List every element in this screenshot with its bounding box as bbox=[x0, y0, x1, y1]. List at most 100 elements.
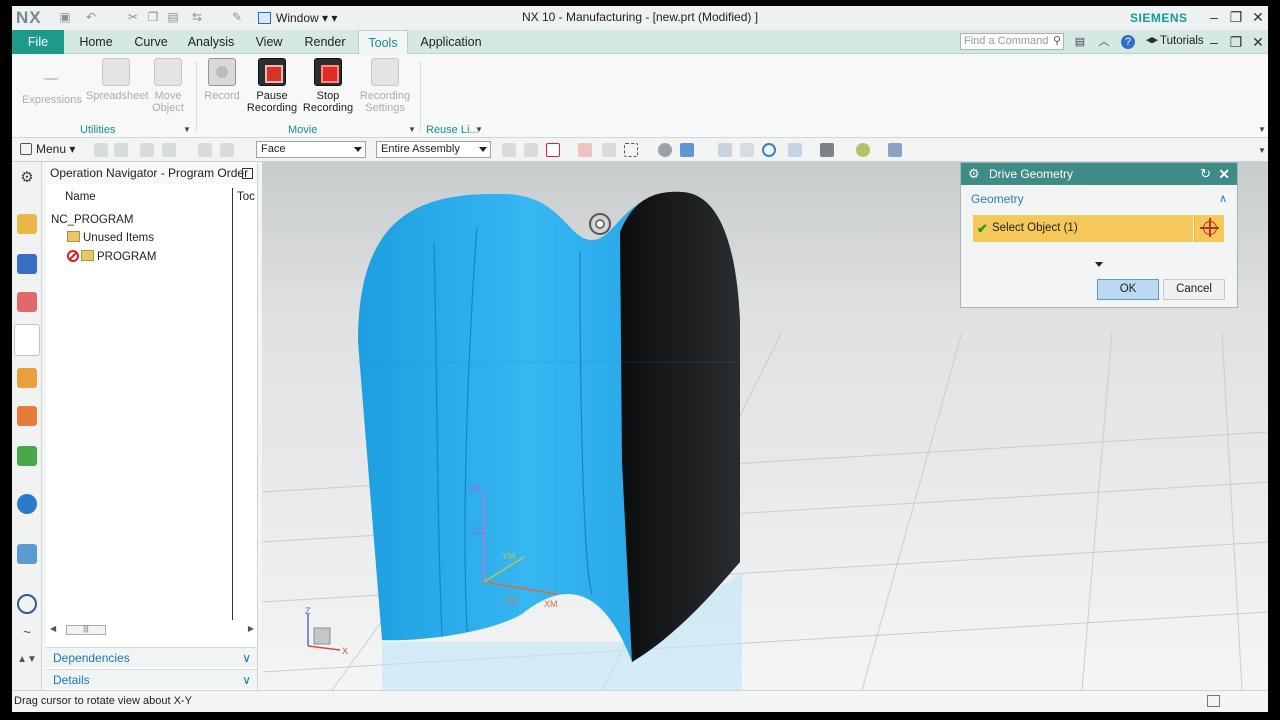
snap-point-icon[interactable] bbox=[602, 143, 616, 157]
reuse-library-group-label[interactable]: Reuse Li... bbox=[426, 124, 479, 136]
triad-z-label: Z bbox=[305, 606, 311, 616]
unused-items-label: Unused Items bbox=[83, 232, 154, 244]
history-palette-icon[interactable] bbox=[17, 446, 37, 466]
ribbon-options-icon[interactable]: ▼ bbox=[1258, 125, 1266, 134]
help-icon[interactable]: ? bbox=[1121, 35, 1135, 49]
horizontal-scrollbar[interactable]: ◀ ||| ▶ bbox=[50, 624, 254, 636]
doc-restore-button[interactable]: ❐ bbox=[1226, 33, 1246, 51]
dialog-settings-icon[interactable]: ⚙ bbox=[968, 163, 980, 185]
menu-button[interactable]: Menu ▾ bbox=[20, 142, 75, 156]
snap-icon[interactable] bbox=[114, 143, 128, 157]
full-screen-icon[interactable] bbox=[1207, 695, 1220, 707]
expressions-button[interactable]: Expressions bbox=[22, 58, 82, 106]
snap-point-icon[interactable] bbox=[546, 143, 560, 157]
tab-curve[interactable]: Curve bbox=[130, 30, 172, 54]
restore-button[interactable]: ❐ bbox=[1226, 8, 1246, 26]
undock-icon[interactable] bbox=[242, 168, 253, 179]
snap-icon[interactable] bbox=[220, 143, 234, 157]
dependencies-panel[interactable]: Dependencies ∨ bbox=[46, 647, 257, 667]
settings-gear-icon[interactable]: ⚙ bbox=[17, 168, 37, 188]
drive-geometry-dialog: ⚙ Drive Geometry ↻ ✕ Geometry ∧ ✔ Select… bbox=[960, 162, 1238, 308]
unused-items-node[interactable]: Unused Items bbox=[67, 230, 154, 246]
material-icon[interactable] bbox=[856, 143, 870, 157]
fit-view-icon[interactable] bbox=[658, 143, 672, 157]
move-object-label: Move Object bbox=[152, 90, 184, 114]
dialog-title: Drive Geometry bbox=[989, 167, 1074, 181]
tab-view[interactable]: View bbox=[250, 30, 288, 54]
tab-tools[interactable]: Tools bbox=[358, 30, 408, 55]
reset-icon[interactable]: ↻ bbox=[1200, 163, 1211, 185]
visibility-icon[interactable] bbox=[888, 143, 902, 157]
history-icon[interactable] bbox=[17, 594, 37, 614]
zoom-icon[interactable] bbox=[718, 143, 732, 157]
geometry-section-header[interactable]: Geometry bbox=[971, 192, 1024, 206]
tab-file[interactable]: File bbox=[12, 30, 64, 54]
part-navigator-icon[interactable] bbox=[17, 292, 37, 312]
name-column-header[interactable]: Name bbox=[65, 188, 96, 206]
stop-recording-button[interactable]: Stop Recording bbox=[300, 58, 356, 114]
recording-settings-button[interactable]: Recording Settings bbox=[356, 58, 414, 114]
crosshair-icon bbox=[1200, 218, 1219, 237]
spreadsheet-button[interactable]: Spreadsheet bbox=[86, 58, 148, 102]
selection-scope-select[interactable]: Entire Assembly bbox=[376, 141, 491, 158]
select-object-field[interactable]: ✔ Select Object (1) bbox=[973, 215, 1193, 242]
details-panel[interactable]: Details ∨ bbox=[46, 669, 257, 689]
pan-icon[interactable] bbox=[740, 143, 754, 157]
more-options-icon[interactable] bbox=[1095, 262, 1103, 267]
tab-home[interactable]: Home bbox=[74, 30, 118, 54]
toolchange-column-header[interactable]: Toc bbox=[237, 188, 255, 206]
snap-point-icon[interactable] bbox=[578, 143, 592, 157]
triad-x-label: X bbox=[342, 646, 348, 656]
movie-more-icon[interactable]: ▼ bbox=[408, 125, 416, 134]
close-icon[interactable]: ✕ bbox=[1218, 163, 1230, 185]
tab-render[interactable]: Render bbox=[300, 30, 350, 54]
nc-program-node[interactable]: NC_PROGRAM bbox=[51, 212, 133, 228]
view-orient-icon[interactable] bbox=[680, 143, 694, 157]
chevron-up-icon[interactable]: ∧ bbox=[1219, 192, 1227, 205]
resource-bar-icon[interactable]: ▤ bbox=[1073, 35, 1087, 49]
snap-icon[interactable] bbox=[140, 143, 154, 157]
process-studio-icon[interactable] bbox=[17, 544, 37, 564]
pause-recording-button[interactable]: Pause Recording bbox=[244, 58, 300, 114]
scroll-right-icon[interactable]: ▶ bbox=[248, 624, 254, 633]
toolbar-options-icon[interactable]: ▼ bbox=[1258, 146, 1266, 155]
constraint-navigator-icon[interactable] bbox=[17, 254, 37, 274]
reuse-more-icon[interactable]: ▼ bbox=[475, 125, 483, 134]
command-search-input[interactable]: Find a Command ⚲ bbox=[960, 33, 1064, 50]
selection-intent-icon[interactable] bbox=[524, 143, 538, 157]
collapse-ribbon-icon[interactable]: ︿ bbox=[1097, 35, 1111, 49]
doc-minimize-button[interactable]: – bbox=[1204, 33, 1224, 51]
selection-intent-icon[interactable] bbox=[502, 143, 516, 157]
resource-bar-options-icon[interactable]: ▲▼ bbox=[17, 654, 37, 674]
assembly-navigator-icon[interactable] bbox=[17, 214, 37, 234]
move-object-button[interactable]: Move Object bbox=[146, 58, 190, 114]
tab-analysis[interactable]: Analysis bbox=[184, 30, 238, 54]
web-browser-icon[interactable] bbox=[17, 494, 37, 514]
point-dialog-button[interactable] bbox=[1194, 215, 1224, 242]
record-button[interactable]: Record bbox=[198, 58, 246, 102]
ok-button[interactable]: OK bbox=[1097, 279, 1159, 300]
cancel-button[interactable]: Cancel bbox=[1163, 279, 1225, 300]
roles-icon[interactable]: ~ bbox=[17, 624, 37, 644]
scroll-left-icon[interactable]: ◀ bbox=[50, 624, 56, 633]
snap-icon[interactable] bbox=[162, 143, 176, 157]
render-style-icon[interactable] bbox=[788, 143, 802, 157]
snap-icon[interactable] bbox=[94, 143, 108, 157]
close-window-button[interactable]: ✕ bbox=[1248, 8, 1268, 26]
utilities-more-icon[interactable]: ▼ bbox=[183, 125, 191, 134]
minimize-button[interactable]: – bbox=[1204, 8, 1224, 26]
selection-box-icon[interactable] bbox=[624, 143, 638, 157]
tutorials-menu[interactable]: Tutorials bbox=[1146, 35, 1204, 47]
snap-icon[interactable] bbox=[198, 143, 212, 157]
machine-tool-navigator-icon[interactable] bbox=[17, 368, 37, 388]
doc-close-button[interactable]: ✕ bbox=[1248, 33, 1268, 51]
rotate-icon[interactable] bbox=[762, 143, 776, 157]
type-filter-select[interactable]: Face bbox=[256, 141, 366, 158]
scroll-thumb[interactable]: ||| bbox=[66, 625, 106, 635]
folder-icon bbox=[81, 250, 94, 261]
program-node[interactable]: PROGRAM bbox=[67, 249, 156, 265]
operation-navigator-icon[interactable] bbox=[14, 324, 40, 356]
edge-display-icon[interactable] bbox=[820, 143, 834, 157]
reuse-library-icon[interactable] bbox=[17, 406, 37, 426]
tab-application[interactable]: Application bbox=[416, 30, 486, 54]
